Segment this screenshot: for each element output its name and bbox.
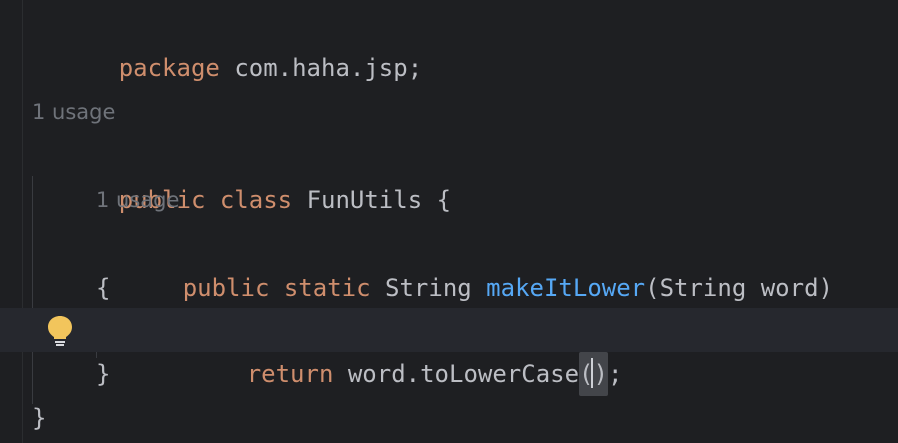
code-line-return-current[interactable]: return word.toLowerCase();	[0, 308, 898, 396]
method-close-brace: }	[96, 360, 111, 388]
code-line-open-brace[interactable]: {	[0, 266, 898, 310]
code-editor[interactable]: package com.haha.jsp; 1 usage public cla…	[0, 0, 898, 443]
class-close-brace: }	[32, 404, 47, 432]
method-usage-hint[interactable]: 1 usage	[96, 178, 179, 222]
code-line-method[interactable]: public static String makeItLower(String …	[0, 222, 898, 302]
code-line-empty[interactable]	[0, 46, 898, 90]
code-line-class-close[interactable]: }	[0, 396, 898, 440]
code-line-method-close[interactable]: }	[0, 352, 898, 396]
method-usage-hint-row[interactable]: 1 usage	[0, 178, 898, 222]
code-line-package[interactable]: package com.haha.jsp;	[0, 2, 898, 82]
method-open-brace: {	[96, 274, 111, 302]
code-line-class[interactable]: public class FunUtils {	[0, 134, 898, 214]
lightbulb-icon[interactable]	[46, 315, 74, 347]
class-usage-hint-row[interactable]: 1 usage	[0, 90, 898, 134]
class-usage-hint[interactable]: 1 usage	[32, 90, 115, 134]
